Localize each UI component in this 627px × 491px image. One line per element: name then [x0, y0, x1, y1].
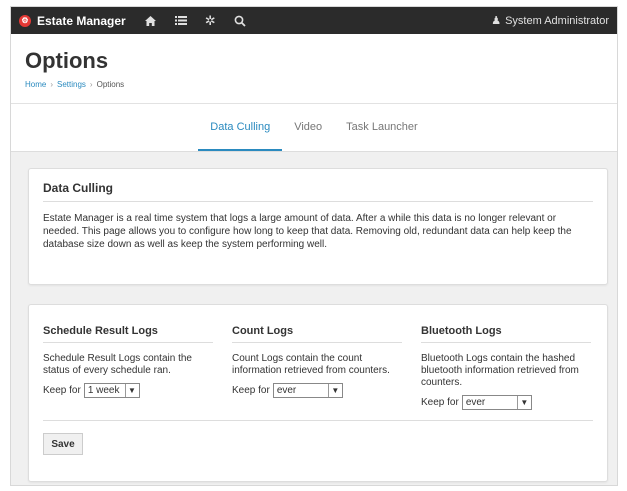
user-name: System Administrator: [505, 14, 609, 27]
section-title: Schedule Result Logs: [43, 325, 213, 343]
brand[interactable]: ⚙ Estate Manager: [19, 14, 126, 28]
keep-for-label: Keep for: [421, 397, 459, 408]
select-value: ever: [276, 385, 297, 396]
brand-logo-icon: ⚙: [19, 14, 31, 27]
options-tabs: Data Culling Video Task Launcher: [11, 104, 617, 152]
chevron-down-icon: ▼: [124, 384, 139, 397]
schedule-result-logs-section: Schedule Result Logs Schedule Result Log…: [43, 325, 213, 410]
section-title: Bluetooth Logs: [421, 325, 591, 343]
intro-title: Data Culling: [43, 181, 593, 202]
keep-for-row: Keep for ever ▼: [421, 395, 591, 410]
intro-body: Estate Manager is a real time system tha…: [43, 213, 572, 250]
breadcrumb-home[interactable]: Home: [25, 80, 46, 89]
tab-data-culling[interactable]: Data Culling: [198, 104, 283, 151]
section-description: Bluetooth Logs contain the hashed blueto…: [421, 353, 579, 388]
app-window: ⚙ Estate Manager ✲ ♟ System Administrato…: [10, 6, 618, 486]
divider: [43, 420, 593, 421]
count-keep-select[interactable]: ever ▼: [272, 383, 343, 398]
breadcrumb-separator: ›: [89, 80, 93, 89]
select-value: ever: [465, 397, 486, 408]
search-icon[interactable]: [234, 15, 246, 27]
log-settings-card: Schedule Result Logs Schedule Result Log…: [28, 304, 608, 482]
bluetooth-keep-select[interactable]: ever ▼: [461, 395, 532, 410]
tab-video[interactable]: Video: [282, 104, 334, 151]
nav-icons: ✲: [144, 14, 246, 27]
user-icon: ♟: [491, 15, 502, 27]
list-icon[interactable]: [174, 15, 187, 26]
home-icon[interactable]: [144, 15, 157, 27]
page-header: Options Home › Settings › Options: [11, 34, 617, 104]
brand-name: Estate Manager: [37, 13, 126, 28]
breadcrumb-current: Options: [96, 80, 125, 89]
keep-for-row: Keep for 1 week ▼: [43, 383, 213, 398]
bluetooth-logs-section: Bluetooth Logs Bluetooth Logs contain th…: [421, 325, 591, 410]
section-description: Schedule Result Logs contain the status …: [43, 353, 192, 376]
count-logs-section: Count Logs Count Logs contain the count …: [232, 325, 402, 410]
log-columns: Schedule Result Logs Schedule Result Log…: [43, 325, 593, 410]
chevron-down-icon: ▼: [327, 384, 342, 397]
breadcrumb-settings[interactable]: Settings: [57, 80, 86, 89]
chevron-down-icon: ▼: [516, 396, 531, 409]
section-description: Count Logs contain the count information…: [232, 353, 390, 376]
breadcrumb-separator: ›: [50, 80, 54, 89]
keep-for-label: Keep for: [43, 385, 81, 396]
section-title: Count Logs: [232, 325, 402, 343]
save-button[interactable]: Save: [43, 433, 83, 455]
select-value: 1 week: [87, 385, 120, 396]
user-menu[interactable]: ♟ System Administrator: [491, 14, 609, 28]
breadcrumb: Home › Settings › Options: [25, 80, 603, 89]
keep-for-label: Keep for: [232, 385, 270, 396]
page-title: Options: [25, 48, 109, 73]
top-navbar: ⚙ Estate Manager ✲ ♟ System Administrato…: [11, 7, 617, 34]
schedule-keep-select[interactable]: 1 week ▼: [83, 383, 140, 398]
intro-card: Data Culling Estate Manager is a real ti…: [28, 168, 608, 285]
tab-task-launcher[interactable]: Task Launcher: [334, 104, 430, 151]
gear-icon[interactable]: ✲: [205, 14, 216, 27]
keep-for-row: Keep for ever ▼: [232, 383, 402, 398]
